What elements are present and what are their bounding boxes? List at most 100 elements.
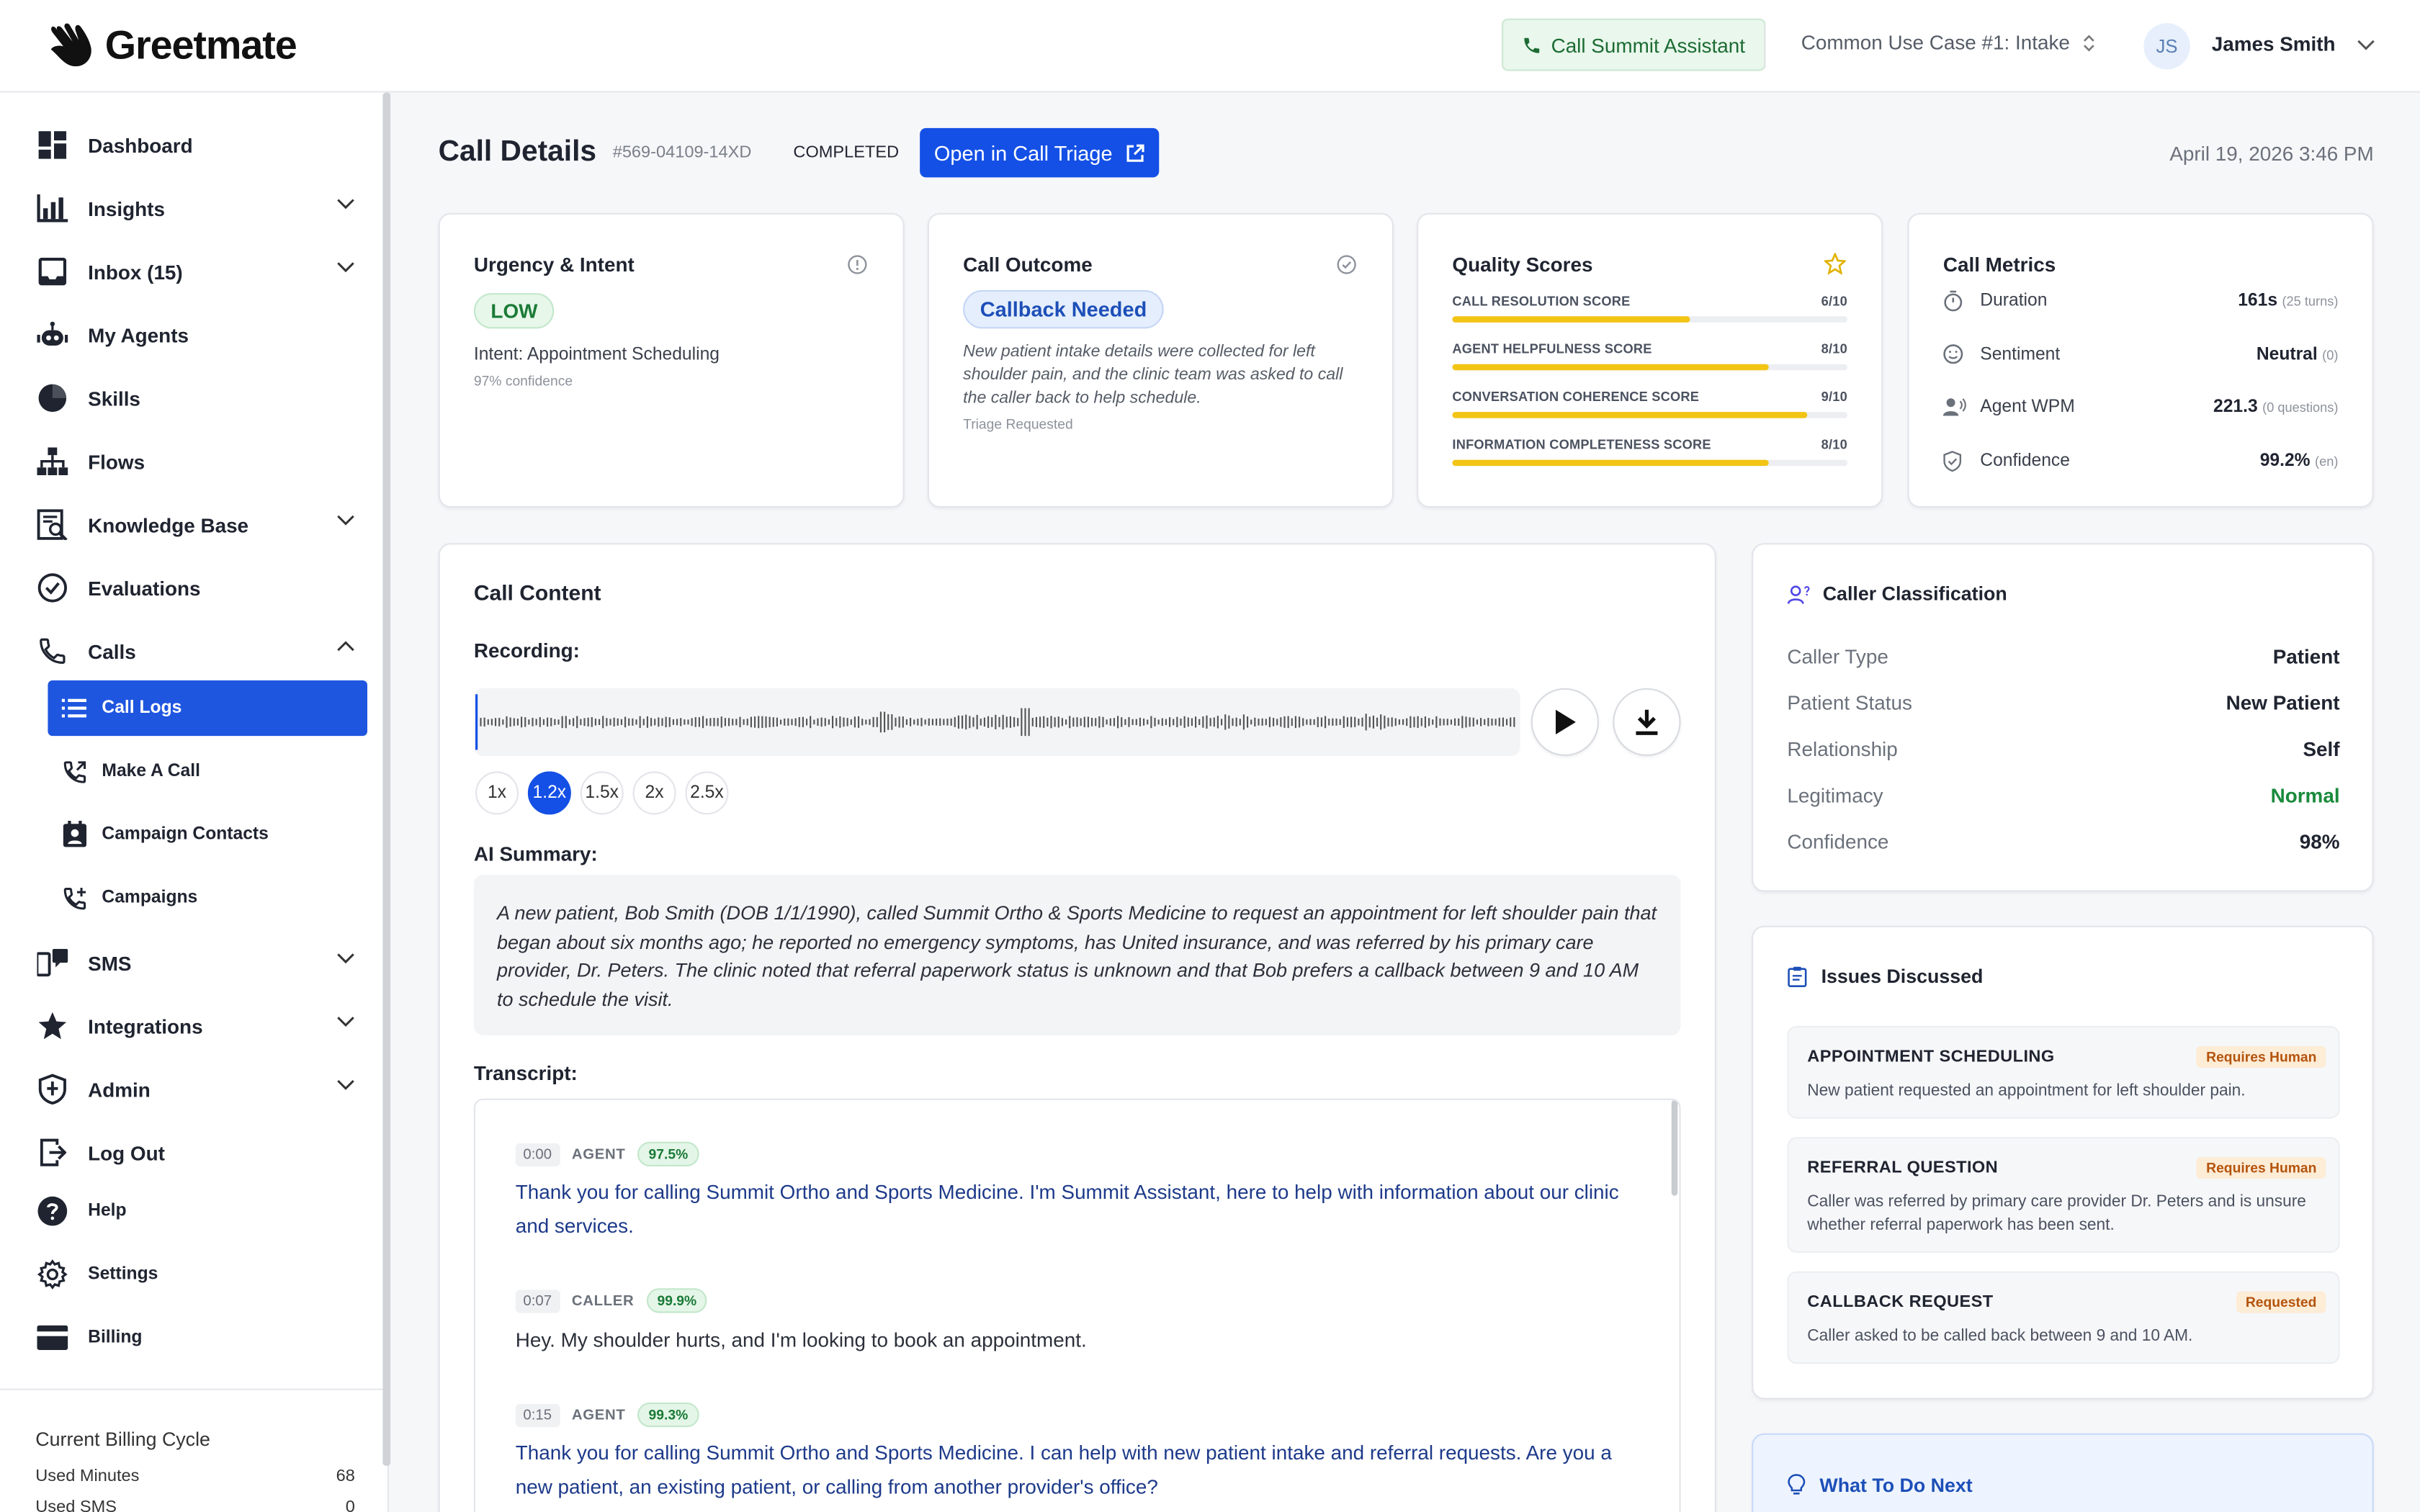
issue-item[interactable]: REFERRAL QUESTION Requires Human Caller … [1787,1137,2340,1253]
sidebar-item-settings[interactable]: Settings [37,1251,367,1297]
waveform-bar [987,716,990,729]
sidebar-item-flows[interactable]: Flows [37,438,367,485]
sidebar-item-skills[interactable]: Skills [37,375,367,421]
waveform-bar [1028,708,1030,737]
waveform-bar [1147,719,1149,725]
play-button[interactable] [1531,688,1599,756]
issue-title: CALLBACK REQUEST [1807,1292,1994,1312]
waveform-bar [609,719,611,726]
sidebar-item-log-out[interactable]: Log Out [37,1130,367,1176]
user-question-icon [1787,585,1810,603]
waveform-bar [1054,717,1056,727]
used-minutes-label: Used Minutes [35,1467,140,1486]
sidebar-item-dashboard[interactable]: Dashboard [37,122,367,168]
transcript-time[interactable]: 0:07 [515,1289,560,1313]
waveform-bar [1384,716,1386,729]
waveform-bar [902,716,904,728]
quality-score-value: 8/10 [1821,436,1847,452]
waveform-bar [1350,716,1353,728]
sidebar-item-knowledge-base[interactable]: Knowledge Base [37,501,367,547]
brand-logo[interactable]: Greetmate [43,19,297,71]
sidebar-item-label: Log Out [88,1140,165,1164]
sidebar-item-calls[interactable]: Calls [37,628,367,674]
waveform-bar [1513,717,1515,727]
download-button[interactable] [1613,688,1681,756]
sidebar-item-campaign-contacts[interactable]: Campaign Contacts [48,807,367,863]
waveform-bar [1157,719,1160,725]
page-title: Call Details [438,135,597,168]
transcript-time[interactable]: 0:15 [515,1403,560,1427]
sidebar-item-sms[interactable]: SMS [37,940,367,986]
waveform-bar [687,719,689,725]
sidebar: Dashboard Insights Inbox (15) My Agents … [0,92,389,1512]
check-circle-icon [37,572,68,603]
waveform-bar [632,718,634,726]
user-avatar[interactable]: JS [2143,23,2190,70]
sidebar-item-help[interactable]: Help [37,1188,367,1234]
sidebar-item-evaluations[interactable]: Evaluations [37,564,367,611]
quality-scores-card: Quality Scores CALL RESOLUTION SCORE 6/10… [1417,212,1883,508]
transcript-confidence: 99.9% [646,1288,708,1313]
quality-score-row: CONVERSATION COHERENCE SCORE 9/10 [1452,389,1847,418]
playhead[interactable] [475,694,478,750]
sidebar-scrollbar[interactable] [382,92,391,1466]
waveform-bar [1428,718,1430,726]
speed-option-1x[interactable]: 1x [475,771,519,815]
waveform-bar [1250,719,1252,725]
speed-option-1-2x[interactable]: 1.2x [527,771,571,815]
use-case-select[interactable]: Common Use Case #1: Intake [1801,31,2097,54]
waveform-bar [506,716,508,728]
sidebar-item-insights[interactable]: Insights [37,185,367,231]
used-sms-label: Used SMS [35,1498,117,1512]
used-minutes-row: Used Minutes 68 [35,1467,355,1486]
waveform-bar [598,719,601,725]
waveform-bar [1380,714,1382,730]
info-icon[interactable] [847,255,867,275]
transcript-panel[interactable]: 0:00 AGENT 97.5% Thank you for calling S… [473,1098,1681,1512]
urgency-intent-card: Urgency & Intent LOW Intent: Appointment… [438,212,905,508]
open-call-triage-button[interactable]: Open in Call Triage [920,127,1160,178]
metric-row-sentiment: Sentiment Neutral (0) [1943,344,2338,364]
chevron-up-icon[interactable] [336,640,355,652]
waveform-bar [1339,719,1341,725]
chevron-down-icon[interactable] [336,197,355,210]
sidebar-item-inbox[interactable]: Inbox (15) [37,248,367,294]
waveform-bar [1261,718,1263,726]
chevron-down-icon[interactable] [336,514,355,526]
audio-waveform[interactable] [473,688,1520,756]
sidebar-item-campaigns[interactable]: Campaigns [48,870,367,926]
waveform-bar [843,717,845,727]
chevron-down-icon[interactable] [336,952,355,964]
waveform-bar [1113,718,1115,726]
waveform-bar [780,719,782,725]
waveform-bar [642,719,645,726]
chevron-down-icon[interactable] [336,1079,355,1091]
transcript-time[interactable]: 0:00 [515,1142,560,1166]
issue-item[interactable]: CALLBACK REQUEST Requested Caller asked … [1787,1271,2340,1364]
quality-score-track [1452,364,1847,371]
waveform-bar [1076,717,1078,727]
waveform-bar [1317,716,1319,727]
sidebar-item-my-agents[interactable]: My Agents [37,312,367,358]
speed-option-1-5x[interactable]: 1.5x [580,771,624,815]
sidebar-item-billing[interactable]: Billing [37,1315,367,1361]
sidebar-item-call-logs[interactable]: Call Logs [48,680,367,737]
chevron-down-icon[interactable] [336,1015,355,1027]
call-content-card: Call Content Recording: 1x 1.2x 1.5x 2x … [438,543,1716,1512]
transcript-label: Transcript: [473,1061,578,1085]
waveform-bar [1017,718,1019,726]
lightbulb-icon [1788,1474,1806,1495]
speed-option-2-5x[interactable]: 2.5x [685,771,729,815]
user-menu[interactable]: James Smith [2212,32,2376,55]
quality-score-row: CALL RESOLUTION SCORE 6/10 [1452,293,1847,323]
chevron-down-icon[interactable] [336,261,355,273]
waveform-bar [1265,719,1267,726]
transcript-scrollbar[interactable] [1671,1099,1678,1196]
call-assistant-button[interactable]: Call Summit Assistant [1502,18,1765,71]
sidebar-item-make-a-call[interactable]: Make A Call [48,744,367,799]
sidebar-item-admin[interactable]: Admin [37,1066,367,1112]
speed-option-2x[interactable]: 2x [632,771,676,815]
sidebar-item-label: Dashboard [88,133,193,157]
issue-item[interactable]: APPOINTMENT SCHEDULING Requires Human Ne… [1787,1026,2340,1119]
sidebar-item-integrations[interactable]: Integrations [37,1003,367,1049]
